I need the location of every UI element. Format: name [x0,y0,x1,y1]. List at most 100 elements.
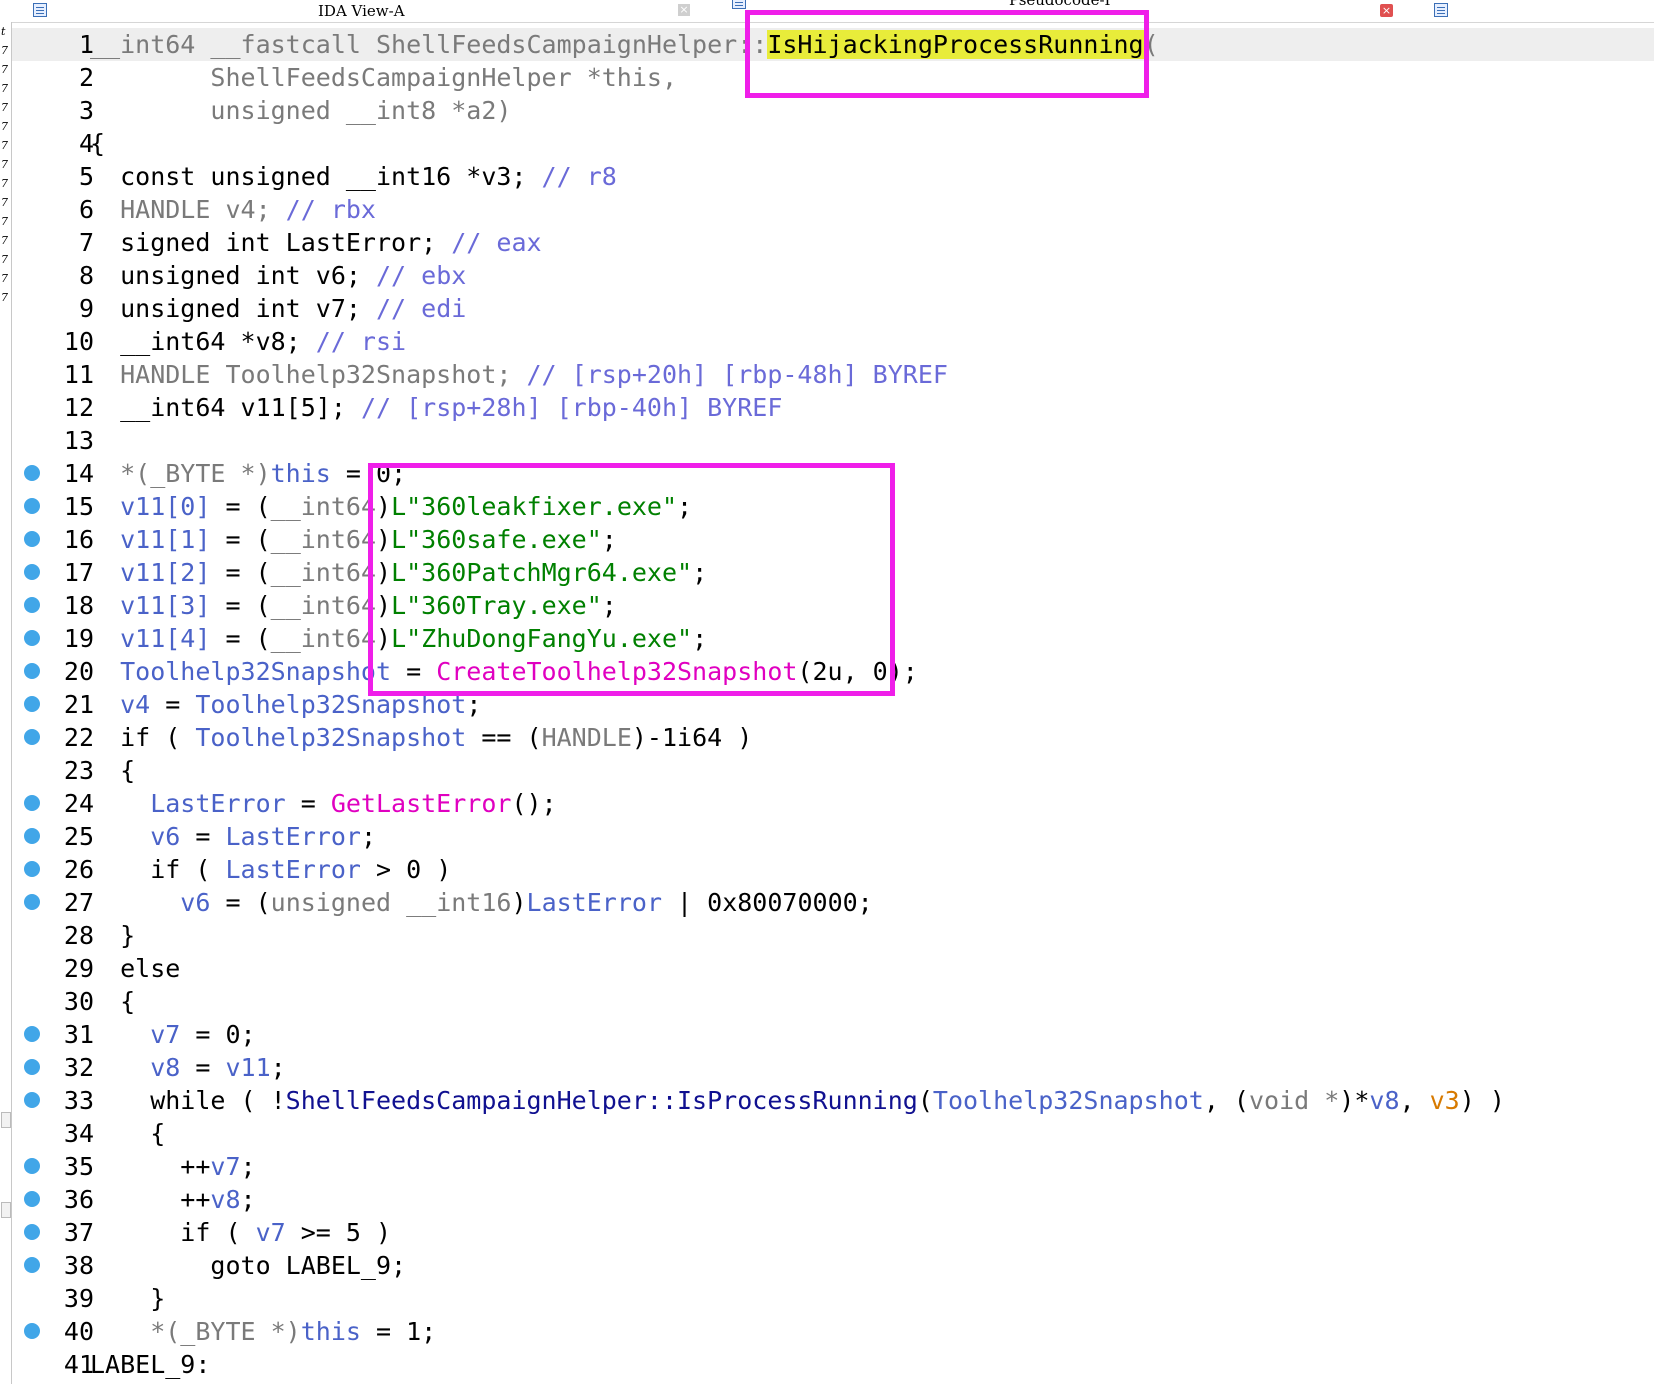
breakpoint-dot-icon[interactable] [24,465,40,481]
breakpoint-dot-icon[interactable] [24,1191,40,1207]
code-token: v7 [255,1218,286,1247]
breakpoint-dot-icon[interactable] [24,531,40,547]
code-line[interactable]: 2 ShellFeedsCampaignHelper *this, [12,61,1654,94]
breakpoint-dot-icon[interactable] [24,630,40,646]
code-token: ++ [90,1185,211,1214]
code-line[interactable]: 19 v11[4] = (__int64)L"ZhuDongFangYu.exe… [12,622,1654,655]
code-line[interactable]: 11 HANDLE Toolhelp32Snapshot; // [rsp+20… [12,358,1654,391]
code-line[interactable]: 8 unsigned int v6; // ebx [12,259,1654,292]
line-number: 2 [78,63,94,92]
code-line[interactable]: 17 v11[2] = (__int64)L"360PatchMgr64.exe… [12,556,1654,589]
close-icon[interactable]: × [678,4,690,16]
strip-marker [1,1112,11,1128]
code-token: Toolhelp32Snapshot [932,1086,1204,1115]
breakpoint-dot-icon[interactable] [24,564,40,580]
code-token: L"360PatchMgr64.exe" [391,558,693,587]
code-line[interactable]: 5 const unsigned __int16 *v3; // r8 [12,160,1654,193]
code-line[interactable]: 9 unsigned int v7; // edi [12,292,1654,325]
line-number: 27 [63,888,94,917]
code-line[interactable]: 10 __int64 *v8; // rsi [12,325,1654,358]
code-token: , ( [1203,1086,1249,1115]
code-text: __int64 __fastcall ShellFeedsCampaignHel… [90,28,1159,61]
code-line[interactable]: 12 __int64 v11[5]; // [rsp+28h] [rbp-40h… [12,391,1654,424]
code-line[interactable]: 16 v11[1] = (__int64)L"360safe.exe"; [12,523,1654,556]
code-line[interactable]: 35 ++v7; [12,1150,1654,1183]
breakpoint-dot-icon[interactable] [24,663,40,679]
code-token: // r8 [541,162,617,191]
breakpoint-dot-icon[interactable] [24,729,40,745]
code-text: *(_BYTE *)this = 0; [90,457,406,490]
code-token: unsigned __int8 *a2) [90,96,512,125]
code-token: Toolhelp32Snapshot [195,723,467,752]
code-text: v11[1] = (__int64)L"360safe.exe"; [90,523,617,556]
tab-extra[interactable] [1420,0,1460,22]
code-line[interactable]: 15 v11[0] = (__int64)L"360leakfixer.exe"… [12,490,1654,523]
code-line[interactable]: 33 while ( !ShellFeedsCampaignHelper::Is… [12,1084,1654,1117]
code-line[interactable]: 31 v7 = 0; [12,1018,1654,1051]
code-line[interactable]: 32 v8 = v11; [12,1051,1654,1084]
code-text: { [90,127,105,160]
breakpoint-dot-icon[interactable] [24,1224,40,1240]
code-line[interactable]: 25 v6 = LastError; [12,820,1654,853]
code-text: LastError = GetLastError(); [90,787,556,820]
code-line[interactable]: 28 } [12,919,1654,952]
code-token: ) [376,492,392,521]
code-token: = ( [210,525,271,554]
pseudocode-view[interactable]: 1 __int64 __fastcall ShellFeedsCampaignHe… [12,28,1654,1381]
tab-pseudocode[interactable]: Pseudocode-I × [715,0,1393,22]
code-line[interactable]: 18 v11[3] = (__int64)L"360Tray.exe"; [12,589,1654,622]
code-token: ; [466,690,482,719]
code-line[interactable]: 4{ [12,127,1654,160]
breakpoint-dot-icon[interactable] [24,894,40,910]
code-line[interactable]: 37 if ( v7 >= 5 ) [12,1216,1654,1249]
code-line[interactable]: 14 *(_BYTE *)this = 0; [12,457,1654,490]
code-token: this [300,1317,361,1346]
code-token: = ( [210,888,271,917]
code-line[interactable]: 29 else [12,952,1654,985]
breakpoint-dot-icon[interactable] [24,498,40,514]
code-line[interactable]: 6 HANDLE v4; // rbx [12,193,1654,226]
breakpoint-dot-icon[interactable] [24,828,40,844]
breakpoint-dot-icon[interactable] [24,1323,40,1339]
code-line[interactable]: 21 v4 = Toolhelp32Snapshot; [12,688,1654,721]
code-line[interactable]: 27 v6 = (unsigned __int16)LastError | 0x… [12,886,1654,919]
code-line[interactable]: 7 signed int LastError; // eax [12,226,1654,259]
code-line[interactable]: 1 __int64 __fastcall ShellFeedsCampaignHe… [12,28,1654,61]
breakpoint-dot-icon[interactable] [24,1257,40,1273]
code-line[interactable]: 36 ++v8; [12,1183,1654,1216]
breakpoint-dot-icon[interactable] [24,795,40,811]
tab-ida-view-a[interactable]: IDA View-A × [0,0,700,22]
code-line[interactable]: 26 if ( LastError > 0 ) [12,853,1654,886]
code-line[interactable]: 39 } [12,1282,1654,1315]
breakpoint-dot-icon[interactable] [24,1092,40,1108]
line-number: 4 [78,129,94,158]
code-line[interactable]: 3 unsigned __int8 *a2) [12,94,1654,127]
code-line[interactable]: 23 { [12,754,1654,787]
code-text: goto LABEL_9; [90,1249,406,1282]
code-line[interactable]: 24 LastError = GetLastError(); [12,787,1654,820]
breakpoint-dot-icon[interactable] [24,597,40,613]
code-line[interactable]: 20 Toolhelp32Snapshot = CreateToolhelp32… [12,655,1654,688]
code-line[interactable]: 34 { [12,1117,1654,1150]
breakpoint-dot-icon[interactable] [24,861,40,877]
code-line[interactable]: 30 { [12,985,1654,1018]
breakpoint-dot-icon[interactable] [24,696,40,712]
code-line[interactable]: 41 LABEL_9: [12,1348,1654,1381]
code-line[interactable]: 22 if ( Toolhelp32Snapshot == (HANDLE)-1… [12,721,1654,754]
close-icon[interactable]: × [1380,4,1393,17]
line-number: 19 [63,624,94,653]
code-line[interactable]: 13 [12,424,1654,457]
code-token: ; [240,1152,256,1181]
code-line[interactable]: 38 goto LABEL_9; [12,1249,1654,1282]
breakpoint-dot-icon[interactable] [24,1158,40,1174]
code-token: // ebx [375,261,467,290]
code-token: = ( [210,558,271,587]
breakpoint-dot-icon[interactable] [24,1059,40,1075]
breakpoint-dot-icon[interactable] [24,1026,40,1042]
code-line[interactable]: 40 *(_BYTE *)this = 1; [12,1315,1654,1348]
code-token: __int64 [270,558,376,587]
code-token: v8 [90,1053,181,1082]
code-token: __int64 [270,624,376,653]
strip-char: 7 [1,63,8,76]
code-token: __int64 [270,591,376,620]
